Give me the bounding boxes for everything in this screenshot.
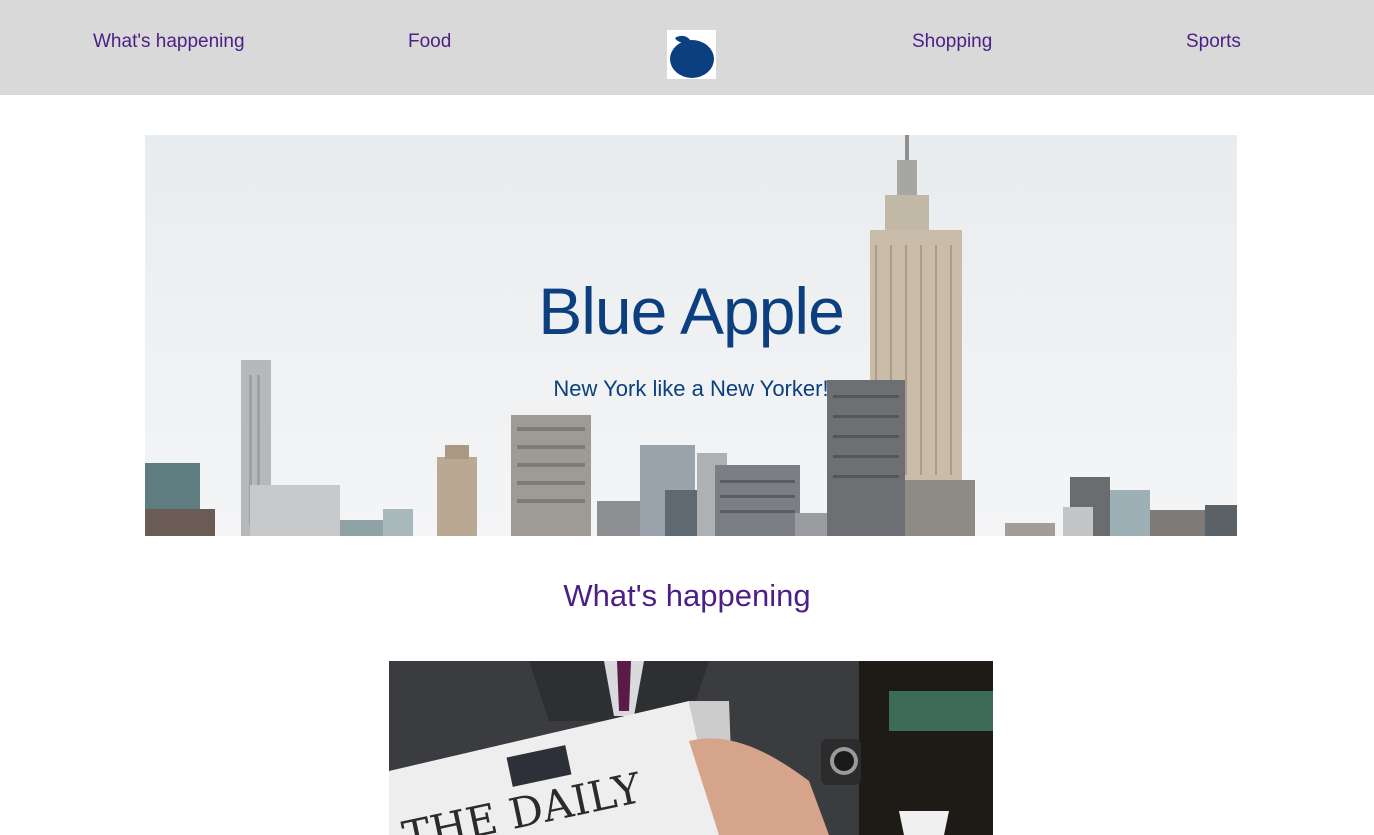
hero-subtitle: New York like a New Yorker! (553, 376, 829, 401)
newspaper-reader-image: THE DAILY (389, 661, 993, 835)
nav-link-food[interactable]: Food (408, 31, 451, 53)
nav-link-whats-happening[interactable]: What's happening (93, 31, 245, 53)
section-title-whats-happening: What's happening (563, 578, 811, 613)
hero-banner: Blue Apple New York like a New Yorker! (145, 135, 1237, 536)
top-navigation-bar: What's happening Food Shopping Sports (0, 0, 1374, 95)
nav-link-sports[interactable]: Sports (1186, 31, 1241, 53)
nav-link-shopping[interactable]: Shopping (912, 31, 992, 53)
hero-title: Blue Apple (538, 274, 845, 348)
blue-apple-logo-icon[interactable] (667, 30, 716, 79)
